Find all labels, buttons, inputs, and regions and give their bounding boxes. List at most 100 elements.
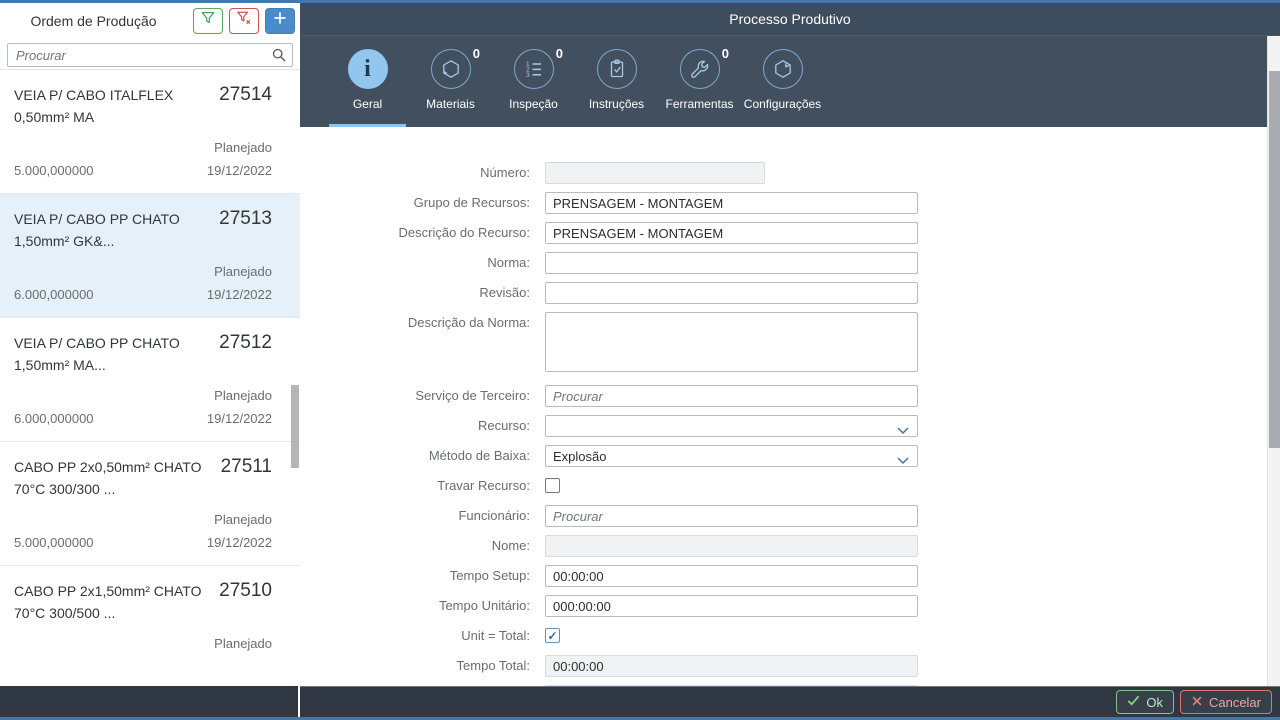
add-icon <box>272 10 288 31</box>
order-status: Planejado <box>214 512 272 527</box>
processo-produtivo-dialog: Processo Produtivo Geral 0 Materiais 0 1… <box>300 3 1280 717</box>
recurso-select[interactable] <box>545 415 918 437</box>
tab-ferramentas[interactable]: 0 Ferramentas <box>658 36 741 127</box>
numero-input <box>545 162 765 184</box>
unit-total-checkbox[interactable] <box>545 628 560 643</box>
close-icon <box>1191 695 1203 710</box>
wrench-icon <box>679 49 720 89</box>
dialog-footer: Ok Cancelar <box>300 686 1280 717</box>
tab-badge: 0 <box>721 46 729 61</box>
field-label-servico-terceiro: Serviço de Terceiro: <box>415 388 530 403</box>
sidebar: Ordem de Produção Procurar VEIA P/ CABO … <box>0 3 300 717</box>
clipboard-check-icon <box>596 49 637 89</box>
field-label-norma: Norma: <box>487 255 530 270</box>
nome-input <box>545 535 918 557</box>
order-status: Planejado <box>214 388 272 403</box>
norma-input[interactable] <box>545 252 918 274</box>
order-list-item[interactable]: VEIA P/ CABO ITALFLEX 0,50mm² MA 27514 P… <box>0 70 300 194</box>
servico-de-terceiro-input[interactable] <box>545 385 918 407</box>
dialog-header: Processo Produtivo <box>300 3 1280 36</box>
tab-label: Instruções <box>588 97 645 111</box>
order-status: Planejado <box>214 140 272 155</box>
check-icon <box>1127 694 1140 710</box>
order-quantity: 6.000,000000 <box>14 411 94 426</box>
order-title: VEIA P/ CABO PP CHATO 1,50mm² MA... <box>14 335 180 373</box>
dialog-title: Processo Produtivo <box>729 11 851 27</box>
ok-button[interactable]: Ok <box>1116 690 1174 714</box>
cancel-button-label: Cancelar <box>1208 694 1261 710</box>
order-date: 19/12/2022 <box>206 411 272 426</box>
cancel-button[interactable]: Cancelar <box>1179 690 1272 714</box>
tab-materiais[interactable]: 0 Materiais <box>409 36 492 127</box>
field-label-grupo-recursos: Grupo de Recursos: <box>413 195 530 210</box>
filter-icon <box>200 10 216 31</box>
order-list-item[interactable]: VEIA P/ CABO PP CHATO 1,50mm² MA... 2751… <box>0 318 300 442</box>
descricao-do-recurso-input[interactable] <box>545 222 918 244</box>
geral-form: Número: Grupo de Recursos: Descrição do … <box>300 127 1280 707</box>
app-window: Ordem de Produção Procurar VEIA P/ CABO … <box>0 0 1280 720</box>
order-list-item[interactable]: VEIA P/ CABO PP CHATO 1,50mm² GK&... 275… <box>0 194 300 318</box>
funcionario-input[interactable] <box>545 505 918 527</box>
order-number: 27512 <box>219 332 272 353</box>
metodo-de-baixa-select[interactable] <box>545 445 918 467</box>
grupo-de-recursos-input[interactable] <box>545 192 918 214</box>
tab-configuracoes[interactable]: Configurações <box>741 36 824 127</box>
sidebar-scrollbar[interactable] <box>291 385 299 468</box>
tab-badge: 0 <box>555 46 563 61</box>
order-status: Planejado <box>214 636 272 651</box>
field-label-tempo-unitario: Tempo Unitário: <box>438 598 530 613</box>
sidebar-header: Ordem de Produção <box>0 3 300 38</box>
travar-recurso-checkbox[interactable] <box>545 478 560 493</box>
production-order-list: VEIA P/ CABO ITALFLEX 0,50mm² MA 27514 P… <box>0 70 300 660</box>
tab-instrucoes[interactable]: Instruções <box>575 36 658 127</box>
ok-button-label: Ok <box>1146 694 1163 710</box>
revisao-input[interactable] <box>545 282 918 304</box>
field-label-funcionario: Funcionário: <box>458 508 530 523</box>
tab-label: Inspeção <box>509 97 558 111</box>
tempo-setup-input[interactable] <box>545 565 918 587</box>
search-icon[interactable] <box>271 47 287 68</box>
order-title: CABO PP 2x1,50mm² CHATO 70°C 300/500 ... <box>14 583 202 621</box>
dialog-scrollbar[interactable] <box>1267 36 1280 686</box>
order-number: 27510 <box>219 580 272 601</box>
filter-button[interactable] <box>193 7 223 34</box>
order-status: Planejado <box>214 264 272 279</box>
dialog-scrollbar-thumb[interactable] <box>1269 71 1280 448</box>
order-number: 27511 <box>220 456 272 477</box>
tab-label: Configurações <box>743 97 822 111</box>
field-label-revisao: Revisão: <box>479 285 530 300</box>
order-quantity: 6.000,000000 <box>14 287 94 302</box>
settings-hexagon-icon <box>762 49 803 89</box>
order-date: 19/12/2022 <box>206 535 272 550</box>
svg-text:3: 3 <box>526 72 530 79</box>
order-date: 19/12/2022 <box>207 658 272 660</box>
tempo-unitario-input[interactable] <box>545 595 918 617</box>
tab-inspecao[interactable]: 0 123 Inspeção <box>492 36 575 127</box>
field-label-unit-total: Unit = Total: <box>461 628 530 643</box>
field-label-travar-recurso: Travar Recurso: <box>437 478 530 493</box>
filter-clear-icon <box>236 10 252 31</box>
field-label-tempo-setup: Tempo Setup: <box>449 568 530 583</box>
field-label-numero: Número: <box>480 165 530 180</box>
add-order-button[interactable] <box>265 7 295 34</box>
tab-geral[interactable]: Geral <box>326 36 409 127</box>
order-list-item[interactable]: CABO PP 2x0,50mm² CHATO 70°C 300/300 ...… <box>0 442 300 566</box>
field-label-tempo-total: Tempo Total: <box>456 658 530 673</box>
descricao-da-norma-textarea[interactable] <box>545 312 918 372</box>
order-list-item[interactable]: CABO PP 2x1,50mm² CHATO 70°C 300/500 ...… <box>0 566 300 660</box>
top-accent-bar <box>0 0 1280 3</box>
sidebar-search-row <box>0 38 300 70</box>
order-date: 19/12/2022 <box>206 287 272 302</box>
sidebar-footer <box>0 686 300 717</box>
field-label-metodo-baixa: Método de Baixa: <box>428 448 530 463</box>
search-input[interactable] <box>7 43 293 67</box>
clear-filter-button[interactable] <box>229 7 259 34</box>
order-title: CABO PP 2x0,50mm² CHATO 70°C 300/300 ... <box>14 459 202 497</box>
sidebar-title: Ordem de Produção <box>30 12 157 29</box>
tab-label: Materiais <box>426 97 475 111</box>
field-label-recurso: Recurso: <box>477 418 530 433</box>
order-quantity: 5.000,000000 <box>14 535 94 550</box>
order-title: VEIA P/ CABO ITALFLEX 0,50mm² MA <box>14 87 174 125</box>
order-quantity: 5.000,000000 <box>14 163 94 178</box>
tempo-total-input <box>545 655 918 677</box>
